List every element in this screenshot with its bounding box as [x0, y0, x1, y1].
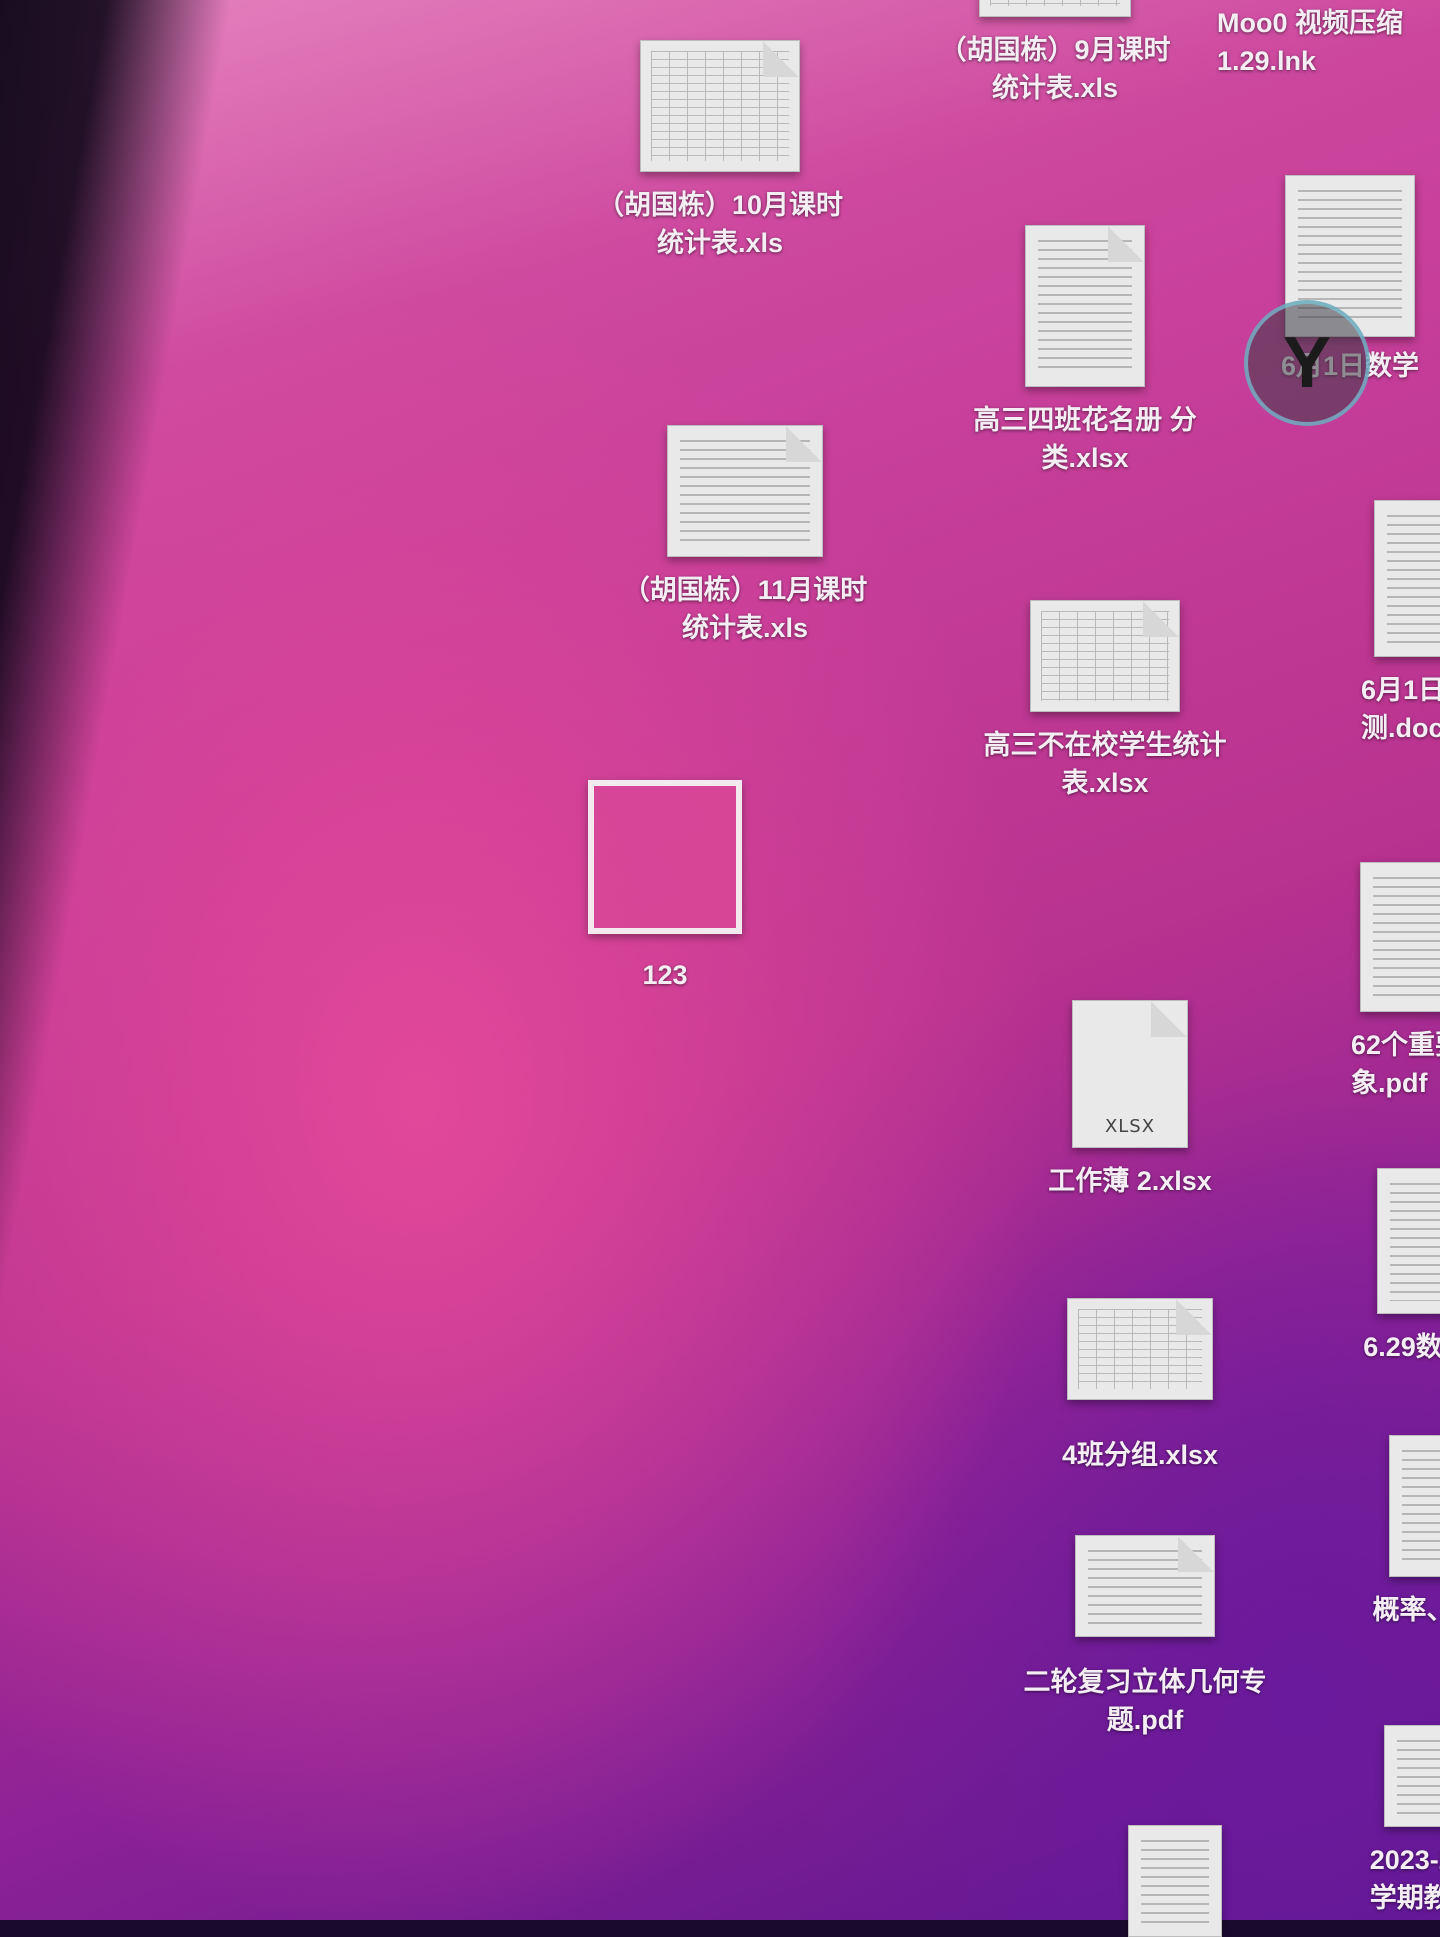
- pdf-file-icon: [1075, 1535, 1215, 1637]
- desktop-icon-oct-hours-xls[interactable]: （胡国栋）10月课时 统计表.xls: [580, 40, 860, 262]
- xlsx-file-icon: [1025, 225, 1145, 387]
- icon-label: 6月1日数学 测.docx: [1361, 671, 1440, 747]
- desktop-icon-class4-groups-xlsx[interactable]: 4班分组.xlsx: [1000, 1298, 1280, 1474]
- icon-label: 概率、导数: [1373, 1591, 1440, 1629]
- desktop-icon-probability-derivative[interactable]: 概率、导数: [1300, 1435, 1440, 1629]
- icon-label: 62个重要函 象.pdf: [1351, 1026, 1440, 1102]
- icon-label: 工作薄 2.xlsx: [1048, 1162, 1212, 1200]
- icon-label: 二轮复习立体几何专 题.pdf: [1024, 1663, 1267, 1739]
- desktop-icon-629-math-weekly[interactable]: 6.29数学周: [1290, 1168, 1440, 1366]
- desktop-icon-folder-123[interactable]: 123: [525, 780, 805, 994]
- doc-file-icon: [1384, 1725, 1440, 1827]
- xlsx-file-icon: XLSX: [1072, 1000, 1188, 1148]
- icon-label: （胡国栋）10月课时 统计表.xls: [597, 186, 843, 262]
- desktop-icon-june1-math-test-docx[interactable]: 6月1日数学 测.docx: [1290, 500, 1440, 747]
- desktop-icon-nov-hours-xls[interactable]: （胡国栋）11月课时 统计表.xls: [605, 425, 885, 647]
- icon-label: 123: [642, 956, 687, 994]
- xlsx-file-icon: [1067, 1298, 1213, 1400]
- desktop-icon-solid-geometry-pdf[interactable]: 二轮复习立体几何专 题.pdf: [1005, 1535, 1285, 1739]
- desktop-icon-2023-2024-textbook[interactable]: 2023-2024 学期教材...: [1295, 1725, 1440, 1917]
- icon-label: 高三不在校学生统计 表.xlsx: [984, 726, 1227, 802]
- yuque-logo-icon[interactable]: Y: [1244, 300, 1370, 426]
- doc-file-icon: [1377, 1168, 1440, 1314]
- icon-label: 2023-2024 学期教材...: [1370, 1841, 1440, 1917]
- xlsx-file-icon: [1030, 600, 1180, 712]
- folder-icon: [588, 780, 742, 934]
- xls-file-icon: [640, 40, 800, 172]
- docx-file-icon: [1374, 500, 1440, 657]
- desktop-icon-moo0-shortcut[interactable]: Moo0 视频压缩 1.29.lnk: [1170, 0, 1440, 80]
- xls-file-icon: [979, 0, 1131, 17]
- icon-label: （胡国栋）11月课时 统计表.xls: [623, 571, 868, 647]
- desktop-icon-partial-doc[interactable]: [1035, 1825, 1315, 1937]
- doc-file-icon: [1128, 1825, 1222, 1937]
- icon-label: （胡国栋）9月课时 统计表.xls: [939, 31, 1170, 107]
- desktop-icon-62-functions-pdf[interactable]: 62个重要函 象.pdf: [1280, 862, 1440, 1102]
- xls-file-icon: [667, 425, 823, 557]
- desktop-icon-absent-students-xlsx[interactable]: 高三不在校学生统计 表.xlsx: [965, 600, 1245, 802]
- desktop-icon-class4-roster-xlsx[interactable]: 高三四班花名册 分 类.xlsx: [945, 225, 1225, 477]
- desktop-icon-sep-hours-xls[interactable]: （胡国栋）9月课时 统计表.xls: [915, 0, 1195, 107]
- icon-label: 高三四班花名册 分 类.xlsx: [973, 401, 1197, 477]
- pdf-file-icon: [1360, 862, 1440, 1012]
- icon-label: 6.29数学周: [1363, 1328, 1440, 1366]
- icon-label: Moo0 视频压缩 1.29.lnk: [1217, 4, 1403, 80]
- desktop-icon-workbook2-xlsx[interactable]: XLSX 工作薄 2.xlsx: [990, 1000, 1270, 1200]
- doc-file-icon: [1389, 1435, 1440, 1577]
- icon-label: 4班分组.xlsx: [1062, 1436, 1218, 1474]
